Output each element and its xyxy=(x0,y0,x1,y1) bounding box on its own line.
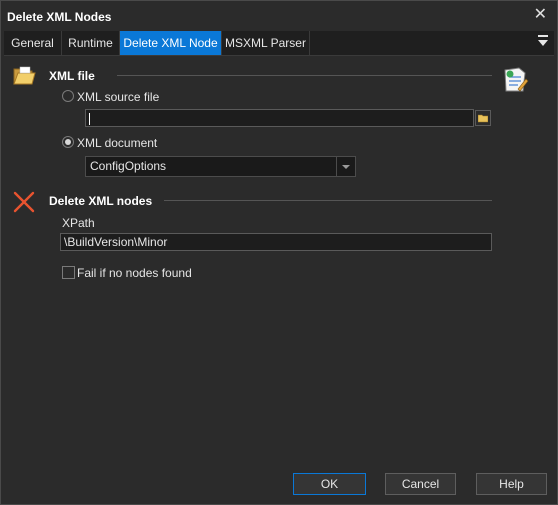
ok-button[interactable]: OK xyxy=(293,473,366,495)
text-caret xyxy=(89,112,90,125)
help-button[interactable]: Help xyxy=(476,473,547,495)
dialog-window: Delete XML Nodes ✕ General Runtime Delet… xyxy=(0,0,558,505)
xml-source-file-input[interactable] xyxy=(85,109,474,127)
tab-runtime[interactable]: Runtime xyxy=(62,31,120,55)
xpath-value: \BuildVersion\Minor xyxy=(64,235,168,249)
browse-button[interactable] xyxy=(475,110,491,126)
tab-msxml-parser[interactable]: MSXML Parser xyxy=(222,31,310,55)
tab-overflow-icon[interactable] xyxy=(538,35,548,49)
title-bar: Delete XML Nodes ✕ xyxy=(1,1,557,31)
tab-bar: General Runtime Delete XML Node MSXML Pa… xyxy=(4,31,554,56)
delete-xml-nodes-section-title: Delete XML nodes xyxy=(49,194,153,208)
xml-document-selected-value: ConfigOptions xyxy=(90,159,167,173)
folder-icon xyxy=(478,114,488,123)
xml-source-file-label: XML source file xyxy=(77,90,160,104)
cancel-button[interactable]: Cancel xyxy=(385,473,456,495)
chevron-down-icon[interactable] xyxy=(336,157,355,176)
xpath-label: XPath xyxy=(62,216,95,230)
red-x-icon xyxy=(13,191,35,213)
xml-document-icon[interactable] xyxy=(501,67,529,93)
tab-delete-xml-node[interactable]: Delete XML Node xyxy=(120,31,222,55)
folder-open-icon xyxy=(13,66,36,85)
tab-general[interactable]: General xyxy=(4,31,62,55)
xml-document-label: XML document xyxy=(77,136,158,150)
xpath-input[interactable]: \BuildVersion\Minor xyxy=(60,233,492,251)
window-title: Delete XML Nodes xyxy=(7,10,112,24)
fail-if-no-nodes-checkbox[interactable] xyxy=(62,266,75,279)
fail-if-no-nodes-label: Fail if no nodes found xyxy=(77,266,192,280)
delete-nodes-divider xyxy=(164,200,492,201)
xml-file-section-title: XML file xyxy=(49,69,95,83)
xml-source-file-radio[interactable] xyxy=(62,90,74,102)
xml-file-divider xyxy=(117,75,492,76)
xml-document-select[interactable]: ConfigOptions xyxy=(85,156,356,177)
xml-document-radio[interactable] xyxy=(62,136,74,148)
close-icon[interactable]: ✕ xyxy=(534,7,547,23)
